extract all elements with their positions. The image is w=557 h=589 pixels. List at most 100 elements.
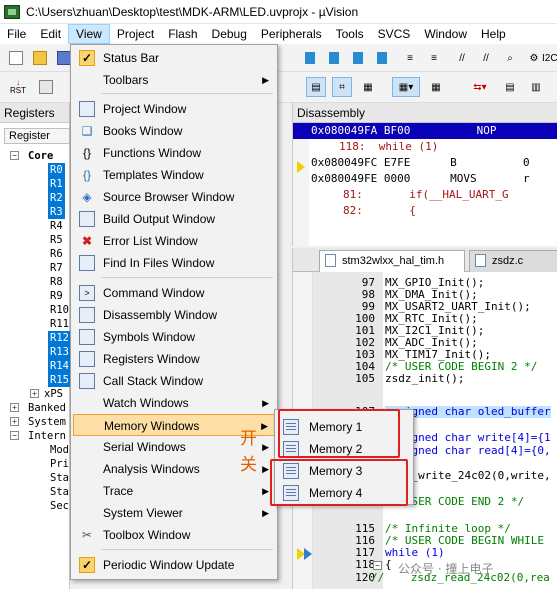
menu-item-project-window[interactable]: Project Window bbox=[73, 98, 275, 120]
disassembly-source-line[interactable]: 81: if(__HAL_UART_G bbox=[293, 187, 557, 203]
menu-view[interactable]: View bbox=[68, 24, 110, 44]
internal-item-mode[interactable]: Mod bbox=[50, 443, 69, 457]
bookmark-next-icon[interactable] bbox=[348, 48, 368, 68]
register-r7[interactable]: R7 bbox=[50, 261, 63, 275]
serial-toolbar-icon[interactable]: ▥ bbox=[526, 77, 546, 97]
register-r10[interactable]: R10 bbox=[50, 303, 69, 317]
registers-toolbar-icon[interactable]: ▦ bbox=[358, 77, 378, 97]
menu-item-call-stack-window[interactable]: Call Stack Window bbox=[73, 370, 275, 392]
disassembly-source-line[interactable]: 82: { bbox=[293, 203, 557, 219]
menu-item-functions-window[interactable]: {} Functions Window bbox=[73, 142, 275, 164]
build-output-icon bbox=[79, 211, 95, 227]
menu-item-find-in-files-window[interactable]: Find In Files Window bbox=[73, 252, 275, 274]
internal-item-privilege[interactable]: Pri bbox=[50, 457, 69, 471]
menu-item-build-output-window[interactable]: Build Output Window bbox=[73, 208, 275, 230]
code-line[interactable]: 105 zsdz_init(); bbox=[293, 373, 557, 385]
menu-item-source-browser-window[interactable]: ◈ Source Browser Window bbox=[73, 186, 275, 208]
disassembly-line-current[interactable]: 0x080049FA BF00 NOP bbox=[293, 123, 557, 139]
register-r9[interactable]: R9 bbox=[50, 289, 63, 303]
tab-zsdz-c[interactable]: zsdz.c bbox=[469, 250, 557, 272]
templates-icon: {} bbox=[82, 168, 91, 182]
menu-svcs[interactable]: SVCS bbox=[371, 24, 418, 44]
menu-item-status-bar[interactable]: ✓ Status Bar bbox=[73, 47, 275, 69]
register-r1[interactable]: R1 bbox=[48, 177, 65, 191]
register-r3[interactable]: R3 bbox=[48, 205, 65, 219]
menu-item-system-viewer[interactable]: System Viewer ▶ bbox=[73, 502, 275, 524]
register-r2[interactable]: R2 bbox=[48, 191, 65, 205]
unindent-icon[interactable]: ≡ bbox=[424, 48, 444, 68]
open-file-icon[interactable] bbox=[30, 48, 50, 68]
bookmark-prev-icon[interactable] bbox=[324, 48, 344, 68]
menu-help[interactable]: Help bbox=[474, 24, 513, 44]
menu-debug[interactable]: Debug bbox=[205, 24, 254, 44]
collapse-internal-icon[interactable]: − bbox=[10, 431, 19, 440]
code-line[interactable]: 117 while (1) bbox=[293, 547, 557, 559]
internal-item-sec[interactable]: Sec bbox=[50, 499, 69, 513]
watch-toolbar-icon[interactable]: ▦ bbox=[426, 77, 446, 97]
menu-item-error-list-window[interactable]: ✖ Error List Window bbox=[73, 230, 275, 252]
menu-edit[interactable]: Edit bbox=[33, 24, 68, 44]
menu-item-templates-window[interactable]: {} Templates Window bbox=[73, 164, 275, 186]
disassembly-toolbar-icon[interactable]: ▤ bbox=[306, 77, 326, 97]
tab-stm32wlxx-hal-tim-h[interactable]: stm32wlxx_hal_tim.h bbox=[319, 250, 465, 272]
fold-toggle-icon[interactable]: − bbox=[373, 561, 382, 570]
uncomment-icon[interactable]: // bbox=[476, 48, 496, 68]
menu-item-toolbox-window[interactable]: ✂ Toolbox Window bbox=[73, 524, 275, 546]
expand-system-icon[interactable]: + bbox=[10, 417, 19, 426]
bookmark-icon[interactable] bbox=[300, 48, 320, 68]
memory-toolbar-icon[interactable]: ▦▾ bbox=[392, 77, 420, 97]
comment-icon[interactable]: // bbox=[452, 48, 472, 68]
register-r11[interactable]: R11 bbox=[50, 317, 69, 331]
menu-item-watch-windows[interactable]: Watch Windows ▶ bbox=[73, 392, 275, 414]
internal-item-stack[interactable]: Sta bbox=[50, 471, 69, 485]
disassembly-line[interactable]: 0x080049FC E7FE B 0 bbox=[293, 155, 557, 171]
analysis-toolbar-icon[interactable]: ▤ bbox=[500, 77, 520, 97]
reset-button[interactable]: ↓ RST bbox=[6, 77, 30, 97]
menu-item-symbols-window[interactable]: Symbols Window bbox=[73, 326, 275, 348]
menu-flash[interactable]: Flash bbox=[161, 24, 204, 44]
trace-toolbar-icon[interactable]: ⇆▾ bbox=[466, 77, 494, 97]
register-xpsr[interactable]: xPS bbox=[44, 387, 63, 401]
register-r0[interactable]: R0 bbox=[48, 163, 65, 177]
menu-file[interactable]: File bbox=[0, 24, 33, 44]
submenu-arrow-icon: ▶ bbox=[262, 398, 269, 408]
banked-group-label[interactable]: Banked bbox=[28, 401, 66, 415]
bookmark-clear-icon[interactable] bbox=[372, 48, 392, 68]
menu-tools[interactable]: Tools bbox=[329, 24, 371, 44]
find-icon[interactable]: ⌕ bbox=[500, 48, 520, 68]
system-group-label[interactable]: System bbox=[28, 415, 66, 429]
menu-peripherals[interactable]: Peripherals bbox=[254, 24, 329, 44]
menu-item-command-window[interactable]: > Command Window bbox=[73, 282, 275, 304]
menu-item-trace[interactable]: Trace ▶ bbox=[73, 480, 275, 502]
new-file-icon[interactable] bbox=[6, 48, 26, 68]
run-icon[interactable] bbox=[36, 77, 56, 97]
file-icon bbox=[325, 254, 336, 267]
internal-item-states[interactable]: Sta bbox=[50, 485, 69, 499]
register-r15[interactable]: R15 bbox=[48, 373, 71, 387]
register-r5[interactable]: R5 bbox=[50, 233, 63, 247]
register-r8[interactable]: R8 bbox=[50, 275, 63, 289]
internal-group-label[interactable]: Intern bbox=[28, 429, 66, 443]
indent-icon[interactable]: ≡ bbox=[400, 48, 420, 68]
menu-item-books-window[interactable]: ❑ Books Window bbox=[73, 120, 275, 142]
expand-xpsr-icon[interactable]: + bbox=[30, 389, 39, 398]
disassembly-line[interactable]: 0x080049FE 0000 MOVS r bbox=[293, 171, 557, 187]
symbols-toolbar-icon[interactable]: ⌗ bbox=[332, 77, 352, 97]
register-r4[interactable]: R4 bbox=[50, 219, 63, 233]
register-r6[interactable]: R6 bbox=[50, 247, 63, 261]
disassembly-source-line[interactable]: 118: while (1) bbox=[293, 139, 557, 155]
menu-project[interactable]: Project bbox=[110, 24, 161, 44]
core-group-label[interactable]: Core bbox=[28, 149, 53, 163]
menu-item-toolbars[interactable]: Toolbars ▶ bbox=[73, 69, 275, 91]
expand-banked-icon[interactable]: + bbox=[10, 403, 19, 412]
menu-item-disassembly-window[interactable]: Disassembly Window bbox=[73, 304, 275, 326]
register-r13[interactable]: R13 bbox=[48, 345, 71, 359]
register-column-header[interactable]: Register bbox=[4, 128, 70, 144]
register-r14[interactable]: R14 bbox=[48, 359, 71, 373]
tool-icon[interactable]: ⚙ bbox=[524, 48, 544, 68]
register-r12[interactable]: R12 bbox=[48, 331, 71, 345]
menu-item-registers-window[interactable]: Registers Window bbox=[73, 348, 275, 370]
menu-item-periodic-window-update[interactable]: ✓ Periodic Window Update bbox=[73, 554, 275, 576]
collapse-core-icon[interactable]: − bbox=[10, 151, 19, 160]
menu-window[interactable]: Window bbox=[417, 24, 474, 44]
